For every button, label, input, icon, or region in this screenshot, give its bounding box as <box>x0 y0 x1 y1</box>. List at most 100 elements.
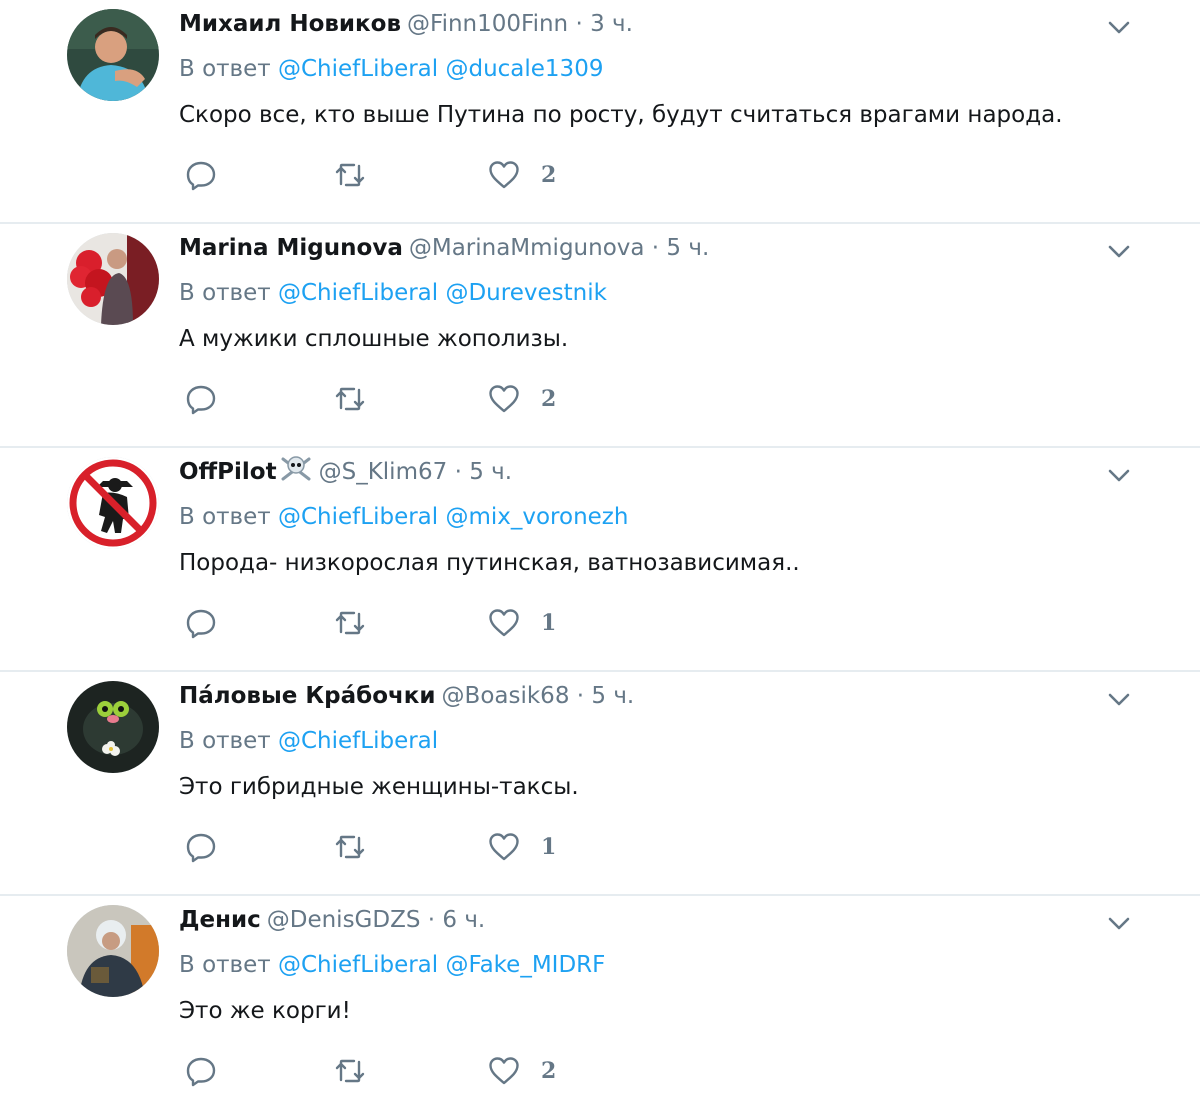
chevron-down-icon[interactable] <box>1105 685 1133 713</box>
avatar[interactable] <box>67 233 159 325</box>
reply-to-line: В ответ @ChiefLiberal @Fake_MIDRF <box>179 948 605 982</box>
reply-icon <box>186 609 216 639</box>
tweet-text: Это же корги! <box>179 998 351 1024</box>
retweet-button[interactable] <box>332 155 368 195</box>
timestamp[interactable]: 6 ч. <box>442 907 485 933</box>
tweet-feed: Михаил Новиков @Finn100Finn · 3 ч. В отве… <box>0 0 1200 1103</box>
reply-to-line: В ответ @ChiefLiberal <box>179 724 438 758</box>
tweet[interactable]: Денис @DenisGDZS · 6 ч. В ответ @ChiefLib… <box>0 896 1200 1103</box>
heart-icon <box>489 385 519 413</box>
display-name[interactable]: Денис <box>179 907 261 933</box>
like-button[interactable]: 2 <box>487 1051 556 1091</box>
reply-prefix: В ответ <box>179 952 271 978</box>
chevron-down-icon[interactable] <box>1105 13 1133 41</box>
like-count: 1 <box>541 834 557 860</box>
reply-icon <box>186 385 216 415</box>
tweet-header: OffPilot @S_Klim67 · 5 ч. <box>179 455 512 489</box>
reply-icon <box>186 161 216 191</box>
retweet-icon <box>335 387 365 411</box>
user-handle[interactable]: @Finn100Finn <box>407 11 568 37</box>
tweet-actions: 2 <box>184 1051 604 1091</box>
reply-button[interactable] <box>184 827 218 867</box>
tweet-text: Порода- низкорослая путинская, ватнозави… <box>179 550 800 576</box>
reply-to-line: В ответ @ChiefLiberal @Durevestnik <box>179 276 607 310</box>
mention-link[interactable]: @ChiefLiberal <box>278 728 438 754</box>
tweet-text: Скоро все, кто выше Путина по росту, буд… <box>179 102 1063 128</box>
retweet-icon <box>335 611 365 635</box>
mention-link[interactable]: @ChiefLiberal <box>278 952 438 978</box>
timestamp[interactable]: 3 ч. <box>590 11 633 37</box>
like-count: 2 <box>541 162 557 188</box>
avatar[interactable] <box>67 9 159 101</box>
retweet-button[interactable] <box>332 1051 368 1091</box>
tweet[interactable]: Marina Migunova @MarinaMmigunova · 5 ч. В… <box>0 224 1200 448</box>
tweet-text: Это гибридные женщины-таксы. <box>179 774 579 800</box>
user-handle[interactable]: @S_Klim67 <box>319 459 448 485</box>
tweet[interactable]: Па́ловые Кра́бочки @Boasik68 · 5 ч. В отв… <box>0 672 1200 896</box>
mention-link[interactable]: @ducale1309 <box>445 56 603 82</box>
tweet-header: Па́ловые Кра́бочки @Boasik68 · 5 ч. <box>179 679 634 713</box>
timestamp[interactable]: 5 ч. <box>591 683 634 709</box>
retweet-button[interactable] <box>332 603 368 643</box>
reply-to-line: В ответ @ChiefLiberal @mix_voronezh <box>179 500 628 534</box>
tweet-header: Михаил Новиков @Finn100Finn · 3 ч. <box>179 7 633 41</box>
reply-prefix: В ответ <box>179 504 271 530</box>
avatar[interactable] <box>67 681 159 773</box>
mention-link[interactable]: @Durevestnik <box>445 280 606 306</box>
like-button[interactable]: 2 <box>487 379 556 419</box>
skull-crossbones-icon <box>279 455 313 491</box>
display-name[interactable]: Marina Migunova <box>179 235 403 261</box>
like-count: 2 <box>541 1058 557 1084</box>
separator-dot: · <box>575 11 583 37</box>
reply-button[interactable] <box>184 1051 218 1091</box>
retweet-icon <box>335 1059 365 1083</box>
mention-link[interactable]: @ChiefLiberal <box>278 504 438 530</box>
mention-link[interactable]: @Fake_MIDRF <box>445 952 605 978</box>
like-button[interactable]: 1 <box>487 827 556 867</box>
chevron-down-icon[interactable] <box>1105 461 1133 489</box>
tweet-actions: 2 <box>184 155 604 195</box>
separator-dot: · <box>576 683 585 709</box>
retweet-button[interactable] <box>332 379 368 419</box>
retweet-icon <box>335 163 365 187</box>
chevron-down-icon[interactable] <box>1105 237 1133 265</box>
timestamp[interactable]: 5 ч. <box>469 459 512 485</box>
reply-icon <box>186 833 216 863</box>
chevron-down-icon[interactable] <box>1105 909 1133 937</box>
tweet-actions: 2 <box>184 379 604 419</box>
heart-icon <box>489 833 519 861</box>
like-button[interactable]: 1 <box>487 603 556 643</box>
display-name[interactable]: Михаил Новиков <box>179 11 401 37</box>
reply-prefix: В ответ <box>179 728 271 754</box>
like-count: 1 <box>541 610 557 636</box>
tweet-header: Marina Migunova @MarinaMmigunova · 5 ч. <box>179 231 709 265</box>
tweet-text: А мужики сплошные жополизы. <box>179 326 569 352</box>
reply-button[interactable] <box>184 155 218 195</box>
avatar[interactable] <box>67 457 159 549</box>
reply-icon <box>186 1057 216 1087</box>
reply-prefix: В ответ <box>179 56 271 82</box>
user-handle[interactable]: @DenisGDZS <box>267 907 421 933</box>
reply-button[interactable] <box>184 379 218 419</box>
user-handle[interactable]: @MarinaMmigunova <box>409 235 645 261</box>
separator-dot: · <box>454 459 462 485</box>
retweet-button[interactable] <box>332 827 368 867</box>
like-button[interactable]: 2 <box>487 155 556 195</box>
tweet[interactable]: Михаил Новиков @Finn100Finn · 3 ч. В отве… <box>0 0 1200 224</box>
tweet-actions: 1 <box>184 827 604 867</box>
mention-link[interactable]: @ChiefLiberal <box>278 280 438 306</box>
separator-dot: · <box>651 235 660 261</box>
heart-icon <box>489 1057 519 1085</box>
tweet-header: Денис @DenisGDZS · 6 ч. <box>179 903 485 937</box>
like-count: 2 <box>541 386 557 412</box>
tweet[interactable]: OffPilot @S_Klim67 · 5 ч. В ответ @ChiefL… <box>0 448 1200 672</box>
user-handle[interactable]: @Boasik68 <box>442 683 570 709</box>
display-name[interactable]: Па́ловые Кра́бочки <box>179 683 436 709</box>
display-name[interactable]: OffPilot <box>179 459 277 485</box>
mention-link[interactable]: @mix_voronezh <box>445 504 628 530</box>
timestamp[interactable]: 5 ч. <box>666 235 709 261</box>
avatar[interactable] <box>67 905 159 997</box>
separator-dot: · <box>427 907 436 933</box>
mention-link[interactable]: @ChiefLiberal <box>278 56 438 82</box>
reply-button[interactable] <box>184 603 218 643</box>
